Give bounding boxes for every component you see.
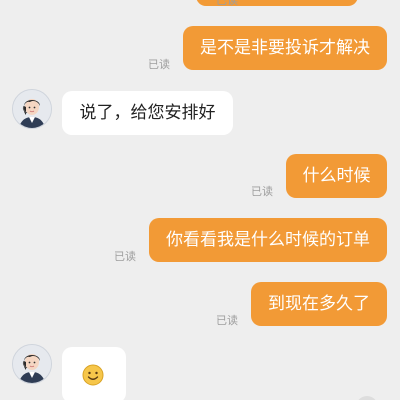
read-status: 已读 bbox=[216, 0, 238, 7]
incoming-message-bubble[interactable]: 说了，给您安排好 bbox=[62, 91, 233, 135]
message-text: 是不是非要投诉才解决 bbox=[200, 37, 370, 58]
read-status: 已读 bbox=[251, 185, 273, 198]
read-status: 已读 bbox=[216, 314, 238, 327]
message-text: 什么时候 bbox=[302, 165, 371, 186]
agent-avatar[interactable] bbox=[12, 344, 52, 384]
read-status: 已读 bbox=[114, 250, 136, 263]
message-text: 你看看我是什么时候的订单 bbox=[166, 229, 370, 250]
smiley-emoji-icon bbox=[82, 364, 104, 386]
message-text: 到现在多久了 bbox=[268, 293, 370, 314]
agent-avatar[interactable] bbox=[12, 89, 52, 129]
outgoing-message-bubble[interactable]: 到现在多久了 bbox=[251, 282, 387, 326]
agent-avatar-image bbox=[13, 90, 51, 128]
scroll-to-bottom-button[interactable] bbox=[356, 396, 378, 400]
incoming-message-bubble[interactable] bbox=[62, 347, 126, 400]
outgoing-message-bubble[interactable]: 你看看我是什么时候的订单 bbox=[149, 218, 387, 262]
chat-conversation[interactable]: 已读 是不是非要投诉才解决 已读 说了，给您安排好 什么时候 已读 你看看我是什… bbox=[0, 0, 400, 400]
outgoing-message-bubble[interactable]: 什么时候 bbox=[286, 154, 387, 198]
message-text: 说了，给您安排好 bbox=[79, 102, 216, 123]
read-status: 已读 bbox=[148, 58, 170, 71]
agent-avatar-image bbox=[13, 345, 51, 383]
outgoing-message-bubble[interactable]: 是不是非要投诉才解决 bbox=[183, 26, 387, 70]
